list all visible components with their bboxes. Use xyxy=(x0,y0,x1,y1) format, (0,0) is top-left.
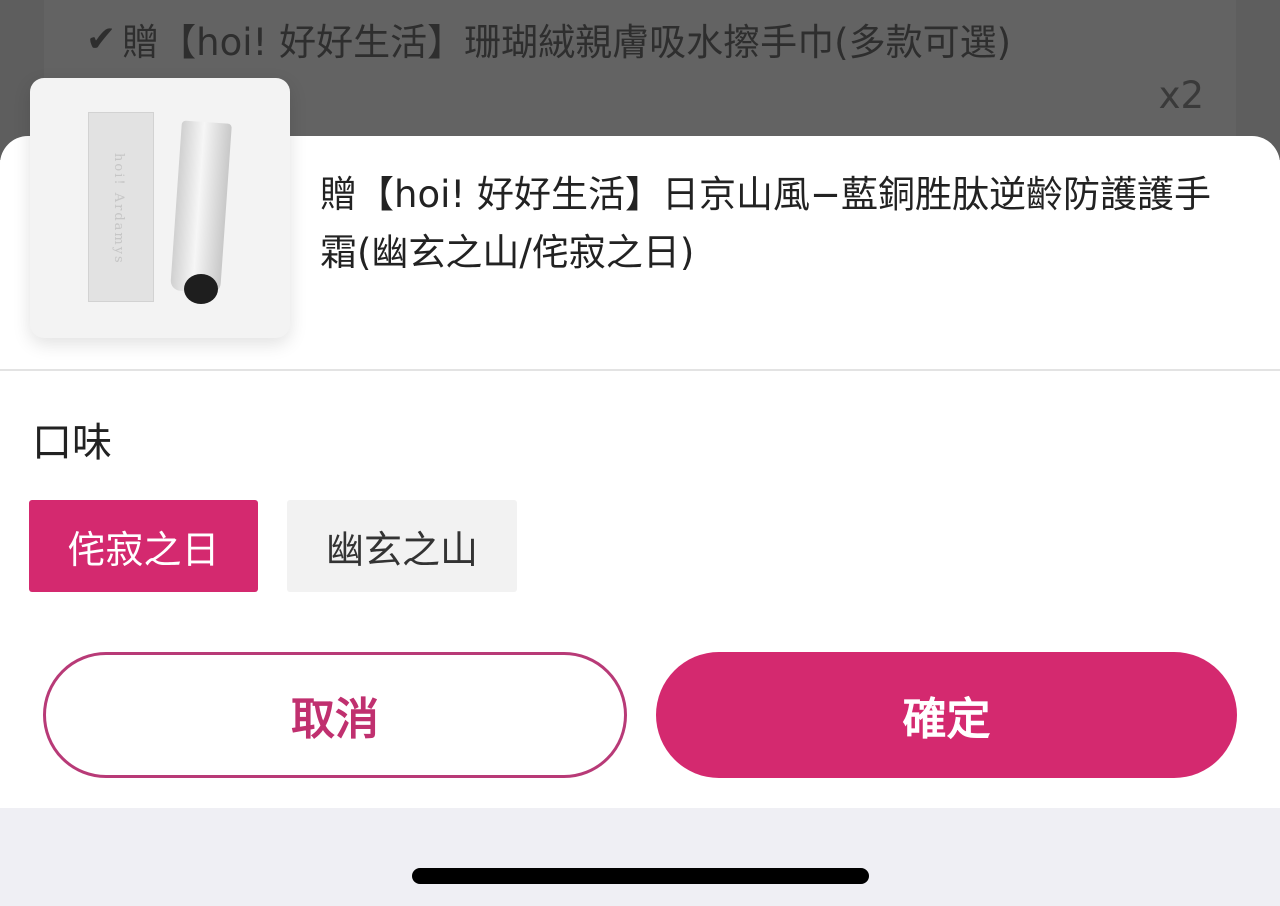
product-title: 贈【hoi! 好好生活】日京山風−藍銅胜肽逆齡防護護手霜(幽玄之山/侘寂之日) xyxy=(320,173,1211,274)
product-box-image: hoi! Ardamys xyxy=(88,112,154,302)
background-item-quantity: x2 xyxy=(1158,74,1204,117)
background-item-line1: 贈【hoi! 好好生活】珊瑚絨親膚吸水擦手巾(多款可選) xyxy=(122,21,1012,64)
option-group-label: 口味 xyxy=(32,420,112,466)
background-item-title: ✔ 贈【hoi! 好好生活】珊瑚絨親膚吸水擦手巾(多款可選) xyxy=(86,12,1011,66)
home-indicator[interactable] xyxy=(412,868,869,884)
box-logo-graphic: hoi! Ardamys xyxy=(111,153,126,265)
cancel-button[interactable]: 取消 xyxy=(43,652,627,778)
option-yugen-mountain[interactable]: 幽玄之山 xyxy=(287,500,517,592)
product-tube-image xyxy=(170,120,232,294)
product-tube-cap xyxy=(184,274,218,304)
divider xyxy=(0,369,1280,371)
option-wabi-sabi-selected[interactable]: 侘寂之日 xyxy=(29,500,258,592)
confirm-button[interactable]: 確定 xyxy=(656,652,1237,778)
product-thumbnail: hoi! Ardamys xyxy=(30,78,290,338)
home-bar-area xyxy=(0,808,1280,906)
check-icon: ✔ xyxy=(86,18,117,60)
